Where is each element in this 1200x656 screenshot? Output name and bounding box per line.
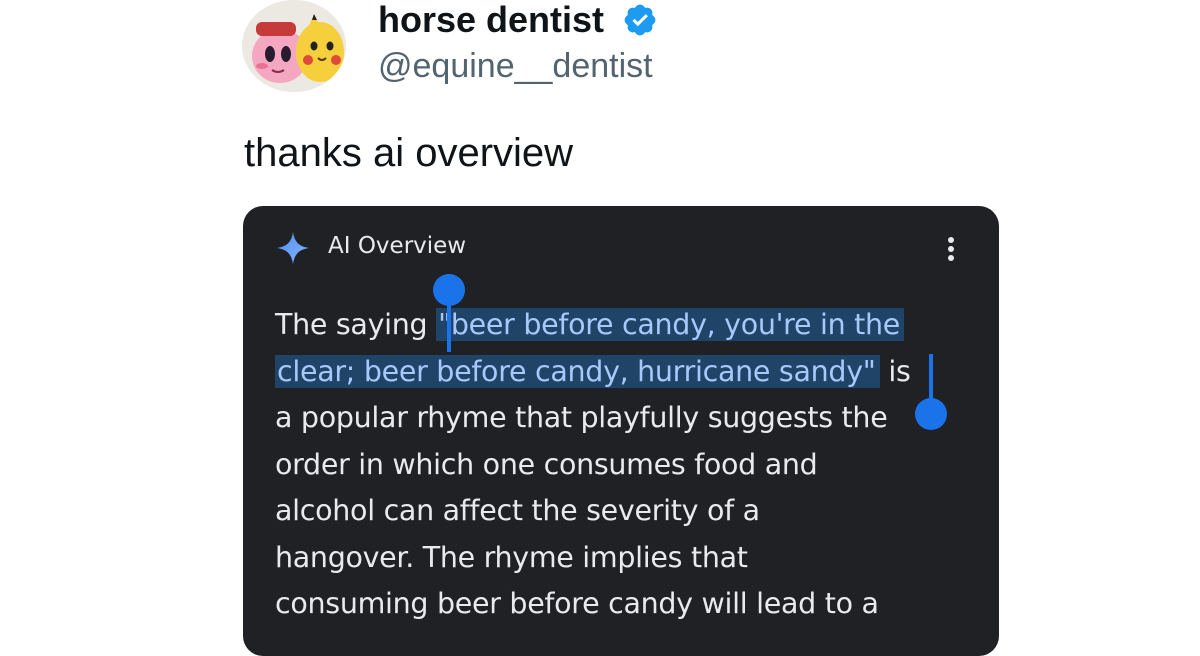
avatar[interactable] <box>242 0 346 92</box>
ai-overview-title: AI Overview <box>328 233 467 259</box>
body-line-1: The saying "beer before candy, you're in… <box>275 302 975 349</box>
author-display-name[interactable]: horse dentist <box>378 0 604 40</box>
sparkle-icon <box>277 232 309 264</box>
verified-badge-icon <box>624 4 656 36</box>
ai-overview-card: AI Overview The saying "beer before cand… <box>243 206 999 656</box>
body-line-5: alcohol can affect the severity of a <box>275 494 760 527</box>
body-text: The saying <box>275 308 437 341</box>
more-vert-icon[interactable] <box>939 234 963 264</box>
selection-end-handle[interactable] <box>913 352 949 432</box>
body-text: is <box>879 354 911 388</box>
selected-text: clear; beer before candy, hurricane sand… <box>275 354 880 388</box>
ai-overview-body: The saying "beer before candy, you're in… <box>275 302 975 628</box>
selection-start-handle[interactable] <box>431 274 467 354</box>
body-line-7: consuming beer before candy will lead to… <box>275 587 879 620</box>
tweet-text: thanks ai overview <box>244 131 574 175</box>
avatar-image <box>242 0 346 92</box>
body-line-2: clear; beer before candy, hurricane sand… <box>275 349 975 396</box>
body-line-6: hangover. The rhyme implies that <box>275 540 748 574</box>
body-line-3: a popular rhyme that playfully suggests … <box>275 401 888 434</box>
body-line-4: order in which one consumes food and <box>275 447 818 481</box>
selected-text: "beer before candy, you're in the <box>436 308 904 341</box>
author-handle[interactable]: @equine__dentist <box>378 46 653 86</box>
